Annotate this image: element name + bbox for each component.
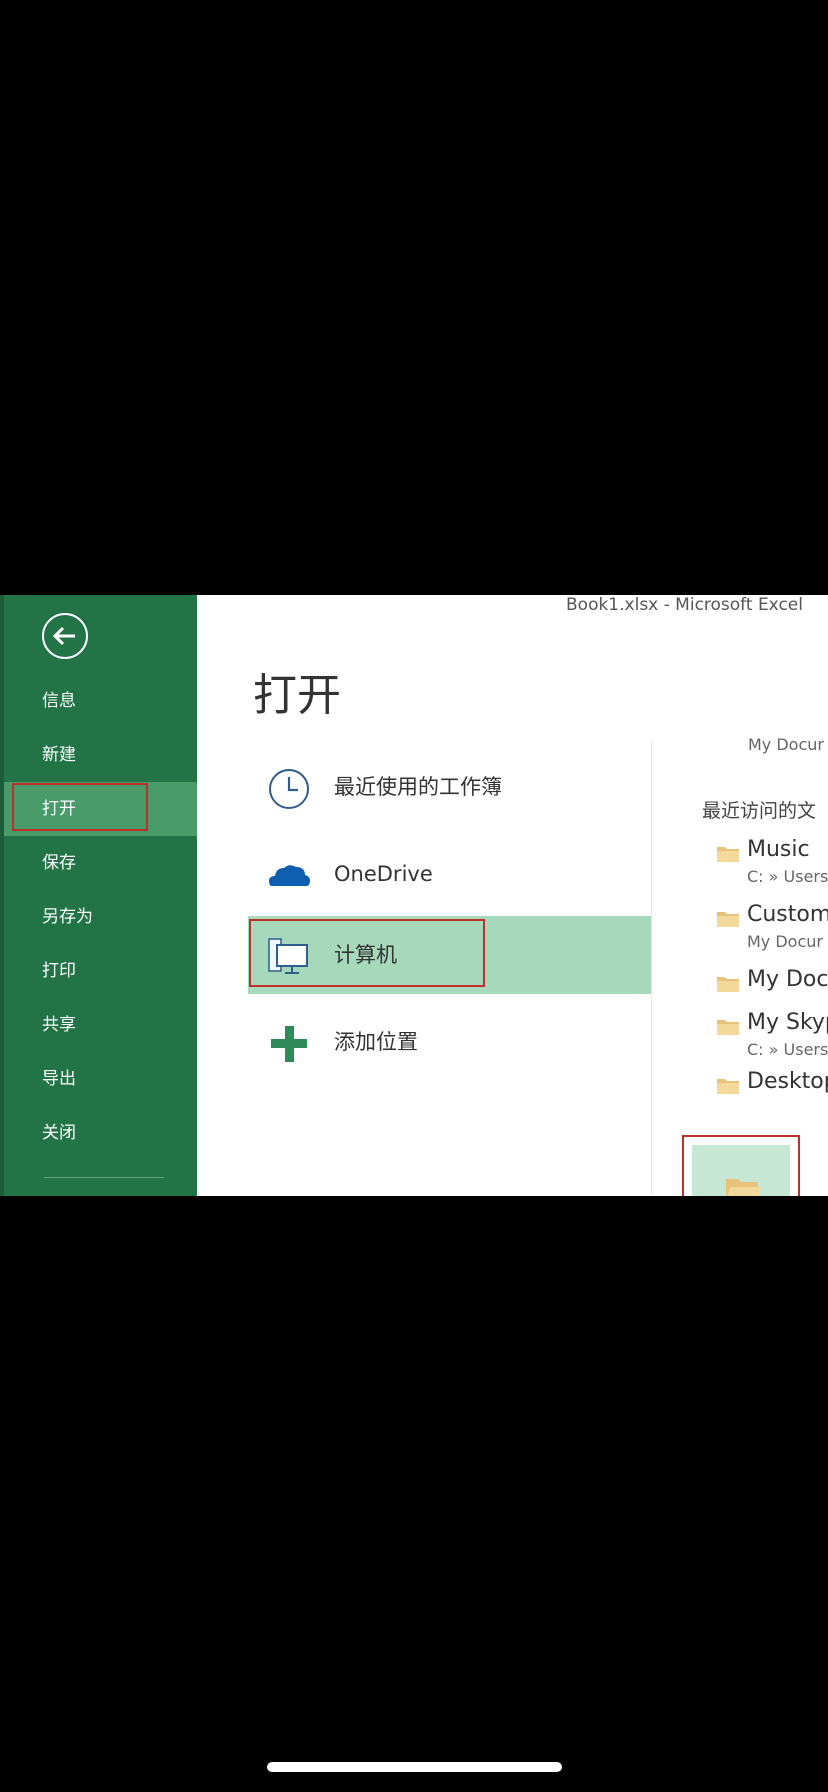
menu-item-print[interactable]: 打印 xyxy=(4,944,197,998)
place-label: OneDrive xyxy=(334,862,433,886)
backstage-sidebar: 信息 新建 打开 保存 另存为 打印 共享 导出 关闭 xyxy=(0,595,197,1196)
recent-folders-panel: My Docur 最近访问的文 Music C: » Users Custom … xyxy=(652,595,828,1196)
menu-item-share[interactable]: 共享 xyxy=(4,998,197,1052)
folder-icon xyxy=(717,977,739,992)
folder-icon xyxy=(717,1079,739,1094)
folder-open-icon xyxy=(726,1179,761,1196)
folder-path: My Docur xyxy=(747,932,823,951)
menu-item-export[interactable]: 导出 xyxy=(4,1052,197,1106)
folder-name: My Doc xyxy=(747,967,828,992)
open-highlight-box xyxy=(12,783,148,831)
computer-highlight-box xyxy=(249,919,485,987)
folder-path: C: » Users xyxy=(747,867,828,886)
folder-name: Desktop xyxy=(747,1069,828,1094)
folder-name: Music xyxy=(747,837,810,862)
place-label: 最近使用的工作簿 xyxy=(334,775,502,799)
menu-item-info[interactable]: 信息 xyxy=(4,674,197,728)
clock-icon xyxy=(266,766,312,812)
browse-button[interactable] xyxy=(692,1145,790,1196)
back-arrow-icon[interactable] xyxy=(42,613,88,659)
place-recent-workbooks[interactable]: 最近使用的工作簿 xyxy=(248,748,651,826)
folder-name: Custom xyxy=(747,902,828,927)
folder-icon xyxy=(717,1020,739,1035)
cloud-icon xyxy=(266,853,312,899)
place-onedrive[interactable]: OneDrive xyxy=(248,835,651,913)
folder-path: C: » Users xyxy=(747,1040,828,1059)
plus-icon xyxy=(266,1021,312,1067)
menu-item-close[interactable]: 关闭 xyxy=(4,1106,197,1160)
folder-path: My Docur xyxy=(748,735,824,754)
menu-divider xyxy=(44,1177,164,1178)
place-add-location[interactable]: 添加位置 xyxy=(248,1003,651,1081)
browse-highlight-box xyxy=(682,1135,800,1196)
excel-backstage-screenshot: 信息 新建 打开 保存 另存为 打印 共享 导出 关闭 Book1.xlsx -… xyxy=(0,595,828,1196)
folder-icon xyxy=(717,912,739,927)
menu-item-save-as[interactable]: 另存为 xyxy=(4,890,197,944)
menu-item-new[interactable]: 新建 xyxy=(4,728,197,782)
page-title: 打开 xyxy=(253,670,341,721)
folder-name: My Skyp xyxy=(747,1010,828,1035)
place-label: 添加位置 xyxy=(334,1030,418,1054)
folder-icon xyxy=(717,847,739,862)
menu-item-save[interactable]: 保存 xyxy=(4,836,197,890)
recent-folders-heading: 最近访问的文 xyxy=(702,800,817,822)
home-indicator xyxy=(267,1762,562,1772)
